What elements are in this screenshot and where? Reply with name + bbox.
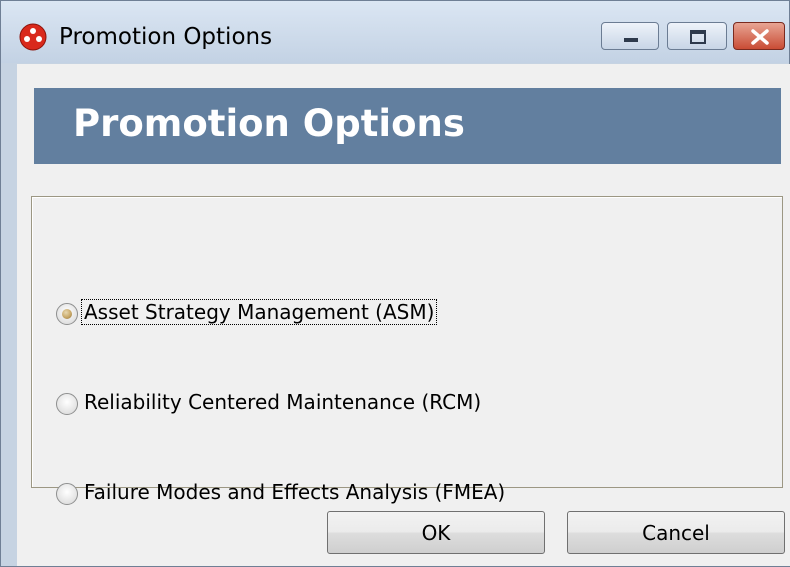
promotion-options-group: Asset Strategy Management (ASM) Reliabil… (31, 196, 783, 505)
title-bar[interactable]: Promotion Options (1, 1, 789, 63)
app-logo-icon (19, 23, 47, 51)
window-title: Promotion Options (59, 24, 273, 50)
option-rcm[interactable]: Reliability Centered Maintenance (RCM) (42, 387, 742, 419)
maximize-button[interactable] (667, 22, 727, 50)
close-button[interactable] (733, 22, 785, 50)
option-fmea[interactable]: Failure Modes and Effects Analysis (FMEA… (42, 477, 742, 509)
radio-rcm[interactable] (56, 393, 78, 415)
header-banner: Promotion Options (34, 88, 781, 164)
banner-title: Promotion Options (73, 102, 465, 145)
option-fmea-label[interactable]: Failure Modes and Effects Analysis (FMEA… (82, 480, 507, 504)
maximize-icon (690, 30, 706, 44)
option-asm[interactable]: Asset Strategy Management (ASM) (42, 297, 742, 329)
close-icon (751, 29, 769, 45)
dialog-body: Promotion Options Asset Strategy Managem… (17, 64, 790, 566)
option-asm-label[interactable]: Asset Strategy Management (ASM) (80, 299, 438, 325)
radio-asm[interactable] (56, 303, 78, 325)
window-controls (601, 22, 785, 52)
radio-fmea[interactable] (56, 483, 78, 505)
cancel-button[interactable]: Cancel (567, 511, 785, 554)
minimize-icon (624, 38, 638, 42)
minimize-button[interactable] (601, 22, 659, 50)
promotion-options-window: Promotion Options Promotion Options Asse… (0, 0, 790, 567)
ok-button[interactable]: OK (327, 511, 545, 554)
option-rcm-label[interactable]: Reliability Centered Maintenance (RCM) (82, 390, 483, 414)
